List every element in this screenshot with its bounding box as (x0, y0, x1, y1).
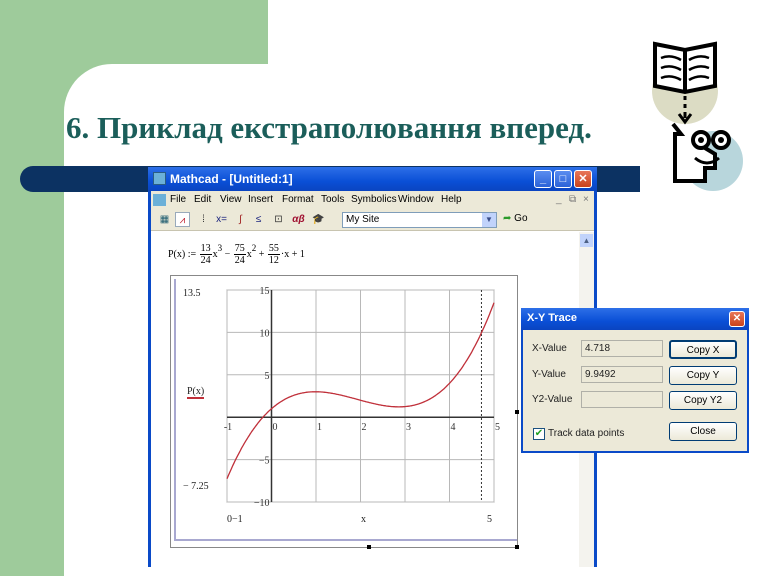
graph-icon[interactable]: ⩘ (175, 212, 190, 227)
y-axis-expression[interactable]: P(x) (187, 386, 205, 399)
slide-title: 6. Приклад екстраполювання вперед. (66, 110, 592, 145)
doc-minimize-button[interactable]: _ (556, 194, 562, 205)
evaluation-icon[interactable]: x= (214, 212, 229, 227)
maximize-button[interactable]: □ (554, 170, 572, 188)
x-value-label: X-Value (532, 343, 567, 354)
site-dropdown[interactable]: My Site ▼ (342, 212, 497, 228)
polynomial-definition[interactable]: P(x) := 13 24 x3 − 75 24 x2 + 55 12 ·x + 1 (168, 243, 305, 266)
copy-y-button[interactable]: Copy Y (669, 366, 737, 385)
y-value-field[interactable]: 9.9492 (581, 366, 663, 383)
xy-trace-close-icon[interactable]: ✕ (729, 311, 745, 327)
document-icon (153, 194, 166, 206)
calculator-icon[interactable]: ▦ (157, 212, 172, 227)
menu-bar: File Edit View Insert Format Tools Symbo… (151, 191, 594, 209)
track-data-points-checkbox[interactable]: ✔ (533, 428, 545, 440)
worksheet[interactable]: P(x) := 13 24 x3 − 75 24 x2 + 55 12 ·x + 1 13.… (151, 232, 579, 567)
menu-view[interactable]: View (220, 194, 242, 205)
mathcad-titlebar[interactable]: Mathcad - [Untitled:1] _ □ ✕ (148, 167, 597, 191)
go-label: Go (514, 213, 528, 224)
xy-trace-dialog: X-Y Trace ✕ X-Value 4.718 Copy X Y-Value… (521, 308, 749, 453)
menu-window[interactable]: Window (398, 194, 434, 205)
y2-value-label: Y2-Value (532, 394, 573, 405)
menu-file[interactable]: File (170, 194, 186, 205)
copy-y2-button[interactable]: Copy Y2 (669, 391, 737, 410)
site-dropdown-value: My Site (346, 214, 380, 225)
copy-x-button[interactable]: Copy X (669, 340, 737, 359)
track-data-points-label[interactable]: Track data points (548, 428, 624, 439)
menu-format[interactable]: Format (282, 194, 314, 205)
y-range-top-label[interactable]: 13.5 (183, 288, 201, 299)
menu-help[interactable]: Help (441, 194, 462, 205)
calculus-icon[interactable]: ∫ (233, 212, 248, 227)
scroll-up-button[interactable]: ▲ (580, 234, 593, 247)
math-toolbar: ▦ ⩘ ⁞ x= ∫ ≤ ⊡ αβ 🎓 My Site ▼ ➦ Go (151, 209, 594, 231)
x-value-field[interactable]: 4.718 (581, 340, 663, 357)
matrix-icon[interactable]: ⁞ (196, 212, 211, 227)
x-range-left-label[interactable]: 0−1 (227, 514, 243, 525)
fraction-term-1: 13 24 (199, 243, 212, 266)
fraction-term-2: 75 24 (233, 243, 246, 266)
plot-selection-border (174, 279, 517, 541)
menu-edit[interactable]: Edit (194, 194, 211, 205)
fraction-term-3: 55 12 (267, 243, 280, 266)
xy-plot-region[interactable]: 13.5 − 7.25 P(x) 0−1 x 5 (170, 275, 518, 548)
minimize-button[interactable]: _ (534, 170, 552, 188)
menu-symbolics[interactable]: Symbolics (351, 194, 397, 205)
book-reader-clipart-icon (652, 41, 743, 191)
close-button[interactable]: ✕ (574, 170, 592, 188)
menu-tools[interactable]: Tools (321, 194, 344, 205)
x-range-right-label[interactable]: 5 (487, 514, 492, 525)
y2-value-field[interactable] (581, 391, 663, 408)
menu-insert[interactable]: Insert (248, 194, 273, 205)
go-button[interactable]: ➦ Go (503, 213, 528, 224)
y-range-bottom-label[interactable]: − 7.25 (183, 481, 209, 492)
boolean-icon[interactable]: ≤ (251, 212, 266, 227)
doc-close-button[interactable]: × (583, 194, 589, 205)
xy-trace-titlebar[interactable]: X-Y Trace ✕ (521, 308, 749, 330)
formula-lhs: P(x) := (168, 248, 197, 260)
y-value-label: Y-Value (532, 369, 566, 380)
chevron-down-icon[interactable]: ▼ (482, 213, 496, 227)
mathcad-app-icon (153, 172, 166, 185)
go-arrow-icon: ➦ (503, 213, 512, 224)
doc-restore-button[interactable]: ⧉ (569, 194, 576, 205)
x-axis-expression[interactable]: x (361, 514, 366, 525)
xy-trace-title: X-Y Trace (527, 312, 577, 324)
greek-icon[interactable]: αβ (291, 212, 306, 227)
programming-icon[interactable]: ⊡ (271, 212, 286, 227)
close-dialog-button[interactable]: Close (669, 422, 737, 441)
window-title: Mathcad - [Untitled:1] (170, 172, 293, 186)
symbolic-icon[interactable]: 🎓 (311, 212, 326, 227)
